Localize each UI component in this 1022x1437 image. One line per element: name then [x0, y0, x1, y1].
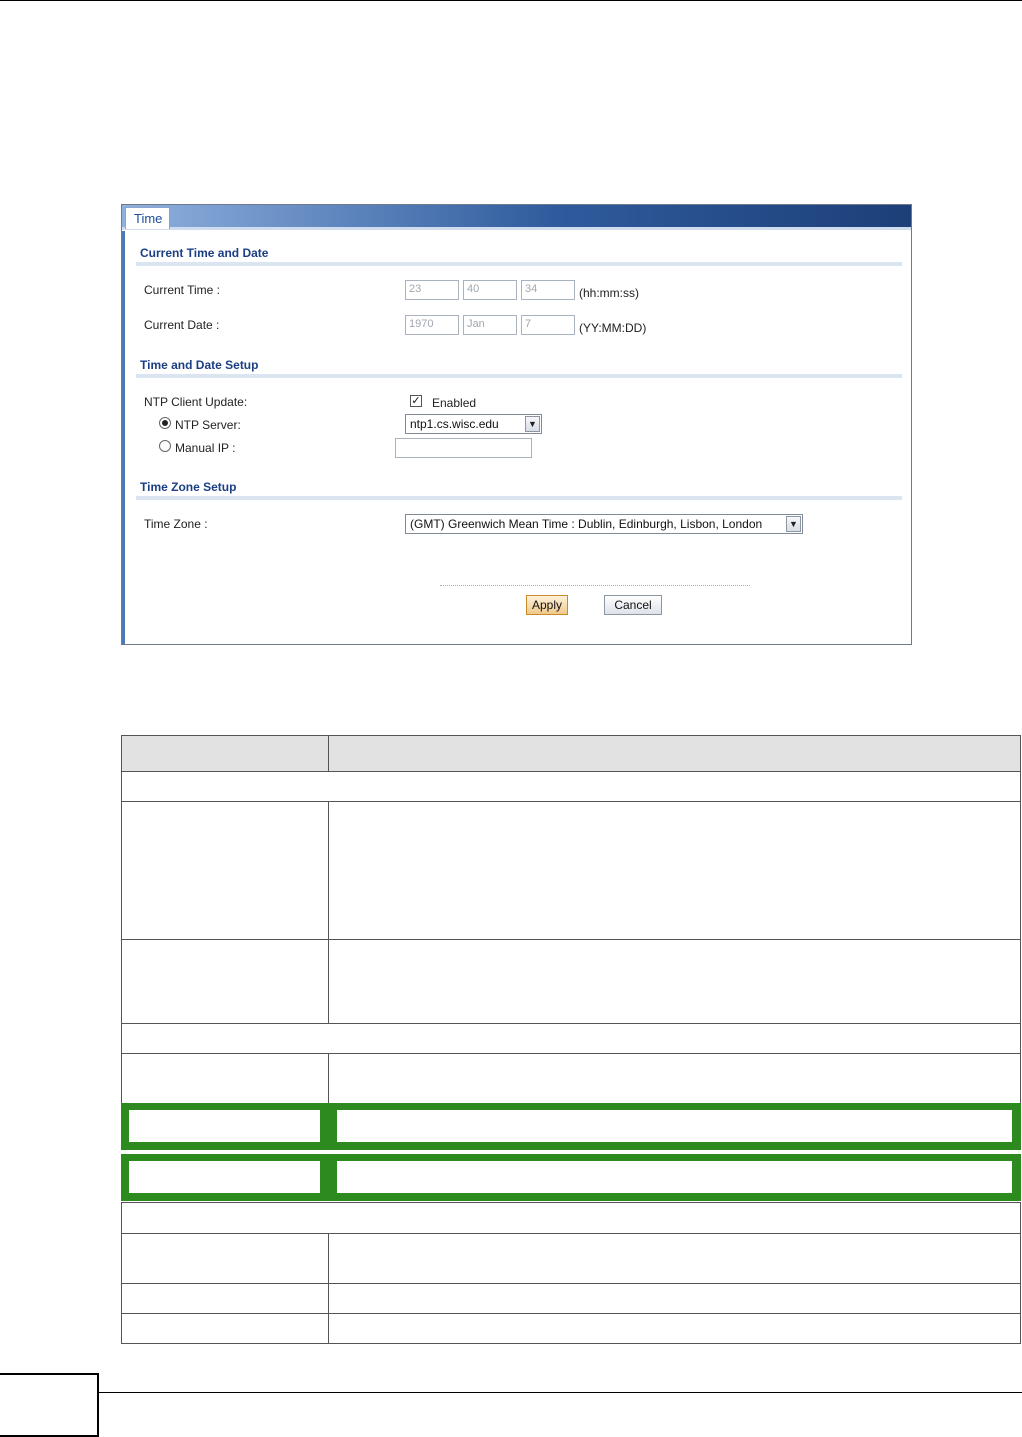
page-top-rule	[0, 0, 1022, 1]
table-row-description-cell	[328, 1283, 1021, 1314]
current-date-day-field: 7	[521, 315, 575, 335]
highlighted-description-cell	[337, 1161, 1012, 1193]
section-rule	[136, 496, 902, 500]
time-zone-label: Time Zone :	[144, 517, 208, 531]
ntp-enabled-label: Enabled	[432, 396, 477, 410]
table-row-label-cell	[121, 939, 329, 1024]
section-title-timezone: Time Zone Setup	[140, 480, 237, 494]
chevron-down-icon: ▼	[786, 516, 801, 532]
apply-button[interactable]: Apply	[526, 595, 568, 615]
table-highlighted-row	[121, 1154, 1021, 1201]
section-rule	[136, 262, 902, 266]
section-title-current: Current Time and Date	[140, 246, 269, 260]
table-highlighted-row	[121, 1103, 1021, 1150]
table-row-description-cell	[328, 939, 1021, 1024]
current-date-label: Current Date :	[144, 318, 220, 332]
highlighted-label-cell	[129, 1161, 320, 1193]
panel-left-accent	[122, 231, 125, 644]
highlighted-label-cell	[129, 1110, 320, 1142]
page-number-box	[0, 1373, 99, 1437]
tab-bar	[122, 205, 911, 227]
current-time-label: Current Time :	[144, 283, 221, 297]
chevron-down-icon: ▼	[525, 416, 540, 432]
current-time-minute-field: 40	[463, 280, 517, 300]
manual-ip-input[interactable]	[395, 438, 532, 458]
time-settings-panel: Time Current Time and Date Current Time …	[121, 204, 912, 645]
table-row-description-cell	[328, 801, 1021, 940]
time-zone-value: (GMT) Greenwich Mean Time : Dublin, Edin…	[410, 517, 763, 531]
current-date-month-field: Jan	[463, 315, 517, 335]
table-group-row	[121, 771, 1021, 802]
ntp-server-value: ntp1.cs.wisc.edu	[410, 417, 499, 431]
button-divider	[440, 585, 750, 586]
tab-time[interactable]: Time	[125, 207, 170, 229]
current-date-year-field: 1970	[405, 315, 459, 335]
current-time-hour-field: 23	[405, 280, 459, 300]
ntp-server-radio[interactable]	[159, 417, 171, 429]
table-row-label-cell	[121, 1283, 329, 1314]
tab-bar-underline	[122, 227, 911, 230]
table-row-description-cell	[328, 1053, 1021, 1104]
time-zone-select[interactable]: (GMT) Greenwich Mean Time : Dublin, Edin…	[405, 514, 803, 534]
highlighted-description-cell	[337, 1110, 1012, 1142]
table-group-row	[121, 1023, 1021, 1054]
current-date-format: (YY:MM:DD)	[579, 321, 647, 335]
table-group-row	[121, 1202, 1021, 1234]
manual-ip-label: Manual IP :	[175, 441, 236, 455]
ntp-server-label: NTP Server:	[175, 418, 241, 432]
table-header-description	[328, 735, 1021, 772]
cancel-button[interactable]: Cancel	[604, 595, 662, 615]
table-row-label-cell	[121, 1313, 329, 1344]
table-row-label-cell	[121, 1053, 329, 1104]
ntp-server-select[interactable]: ntp1.cs.wisc.edu ▼	[405, 414, 542, 434]
ntp-client-update-label: NTP Client Update:	[144, 395, 248, 409]
table-header-label	[121, 735, 329, 772]
section-rule	[136, 374, 902, 378]
ntp-enabled-checkbox[interactable]: ✓	[410, 395, 422, 407]
current-time-second-field: 34	[521, 280, 575, 300]
table-row-description-cell	[328, 1313, 1021, 1344]
footer-rule	[99, 1392, 1022, 1393]
table-row-label-cell	[121, 1233, 329, 1284]
section-title-setup: Time and Date Setup	[140, 358, 259, 372]
table-row-description-cell	[328, 1233, 1021, 1284]
manual-ip-radio[interactable]	[159, 440, 171, 452]
current-time-format: (hh:mm:ss)	[579, 286, 639, 300]
table-row-label-cell	[121, 801, 329, 940]
